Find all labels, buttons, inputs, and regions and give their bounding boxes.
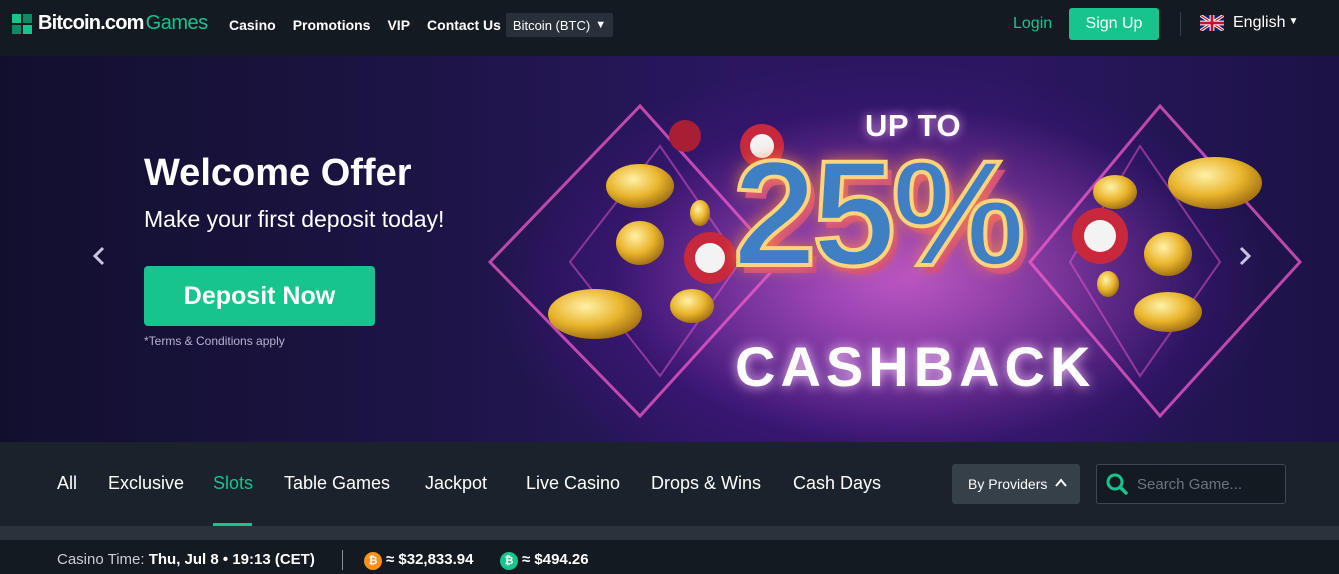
main-nav: Casino Promotions VIP Contact Us <box>229 0 518 50</box>
by-providers-dropdown[interactable]: By Providers <box>952 464 1080 504</box>
logo-brand-text: Bitcoin.com <box>38 12 144 34</box>
terms-note[interactable]: *Terms & Conditions apply <box>144 334 285 348</box>
category-table-games[interactable]: Table Games <box>284 473 390 494</box>
caret-down-icon: ▼ <box>595 19 607 31</box>
chevron-up-icon <box>1055 478 1067 487</box>
site-logo[interactable]: Bitcoin.com Games <box>12 12 208 35</box>
section-divider-band <box>0 526 1339 540</box>
category-all[interactable]: All <box>57 473 77 494</box>
deposit-now-button[interactable]: Deposit Now <box>144 266 375 326</box>
logo-mark-icon <box>12 13 32 34</box>
language-selector[interactable]: English ▼ <box>1200 14 1298 32</box>
status-separator <box>342 550 343 570</box>
logo-suffix-text: Games <box>145 12 208 34</box>
chevron-right-icon <box>1239 246 1252 266</box>
search-box <box>1096 464 1286 504</box>
uk-flag-icon <box>1200 15 1224 31</box>
signup-button[interactable]: Sign Up <box>1069 8 1159 40</box>
category-cash-days[interactable]: Cash Days <box>793 473 881 494</box>
nav-promotions[interactable]: Promotions <box>293 17 371 33</box>
btc-price: ≈ $32,833.94 <box>386 551 474 568</box>
hero-banner: Welcome Offer Make your first deposit to… <box>0 56 1339 442</box>
category-drops-wins[interactable]: Drops & Wins <box>651 473 761 494</box>
login-link[interactable]: Login <box>1013 15 1052 33</box>
category-bar: All Exclusive Slots Table Games Jackpot … <box>0 442 1339 526</box>
casino-time-value: Thu, Jul 8 • 19:13 (CET) <box>148 551 315 568</box>
nav-casino[interactable]: Casino <box>229 17 276 33</box>
casino-time-label: Casino Time: <box>57 551 145 568</box>
carousel-next-button[interactable] <box>1234 242 1256 270</box>
language-label: English <box>1233 14 1286 31</box>
promo-percentage: 25% <box>731 129 1027 297</box>
search-input[interactable] <box>1137 475 1277 493</box>
category-jackpot[interactable]: Jackpot <box>425 473 487 494</box>
providers-label: By Providers <box>968 476 1048 492</box>
top-navigation: Bitcoin.com Games Casino Promotions VIP … <box>0 0 1339 56</box>
search-icon <box>1106 473 1128 495</box>
category-live-casino[interactable]: Live Casino <box>526 473 620 494</box>
caret-down-icon: ▼ <box>1288 16 1299 27</box>
nav-contact-us[interactable]: Contact Us <box>427 17 501 33</box>
bch-price: ≈ $494.26 <box>522 551 589 568</box>
promo-cashback-text: CASHBACK <box>735 335 1096 398</box>
hero-subtitle: Make your first deposit today! <box>144 206 445 232</box>
hero-title: Welcome Offer <box>144 152 412 194</box>
nav-vip[interactable]: VIP <box>387 17 410 33</box>
chevron-left-icon <box>92 246 105 266</box>
btc-coin-icon: ₿ <box>364 552 382 570</box>
category-slots[interactable]: Slots <box>213 473 253 494</box>
carousel-prev-button[interactable] <box>88 242 110 270</box>
category-exclusive[interactable]: Exclusive <box>108 473 184 494</box>
bch-coin-icon: ₿ <box>500 552 518 570</box>
currency-selector[interactable]: Bitcoin (BTC) ▼ <box>506 13 613 37</box>
casino-time: Casino Time: Thu, Jul 8 • 19:13 (CET) <box>57 551 315 568</box>
status-bar: Casino Time: Thu, Jul 8 • 19:13 (CET) ₿ … <box>0 540 1339 574</box>
currency-label: Bitcoin (BTC) <box>512 17 591 33</box>
header-divider <box>1180 12 1181 36</box>
